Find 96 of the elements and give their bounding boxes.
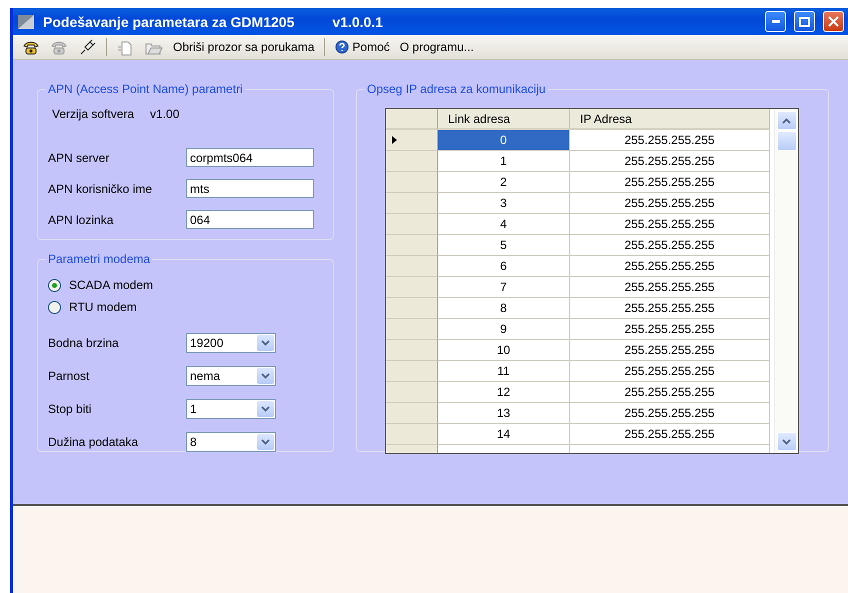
field-label: APN lozinka (48, 212, 114, 226)
chevron-down-icon (261, 406, 270, 412)
chevron-down-icon (261, 438, 270, 444)
dropdown[interactable]: 8 (186, 432, 276, 452)
table-cell: 0 (438, 130, 570, 151)
group-title: Opseg IP adresa za komunikaciju (366, 82, 547, 96)
close-button[interactable] (823, 11, 844, 32)
row-header[interactable] (386, 340, 438, 361)
toolbar-button[interactable]: Obriši prozor sa porukama (170, 39, 318, 55)
table-cell: 255.255.255.255 (570, 361, 770, 382)
maximize-button[interactable] (794, 11, 815, 32)
field-label: Bodna brzina (48, 336, 119, 350)
row-header[interactable] (386, 130, 438, 151)
field-label: APN server (48, 150, 110, 164)
table-cell: 255.255.255.255 (570, 298, 770, 319)
table-cell: 255.255.255.255 (570, 214, 770, 235)
table-cell: 8 (438, 298, 570, 319)
help-icon (335, 40, 350, 54)
window-title: Podešavanje parametara za GDM1205 (43, 14, 294, 30)
table-cell: 255.255.255.255 (570, 319, 770, 340)
table-cell: 255.255.255.255 (570, 277, 770, 298)
scrollbar[interactable] (774, 109, 798, 453)
corner-header (386, 109, 438, 130)
table-cell: 255.255.255.255 (570, 193, 770, 214)
table-cell: 9 (438, 319, 570, 340)
text-field[interactable]: 064 (186, 210, 314, 229)
table-cell: 14 (438, 424, 570, 445)
dropdown[interactable]: 19200 (186, 332, 276, 352)
table-cell: 5 (438, 235, 570, 256)
column-header[interactable]: Link adresa (438, 109, 570, 130)
chevron-down-icon (261, 372, 270, 378)
table-cell: 4 (438, 214, 570, 235)
radio-dot-icon (52, 282, 57, 288)
close-icon (828, 16, 839, 27)
table-cell: 255.255.255.255 (570, 403, 770, 424)
row-header[interactable] (386, 172, 438, 193)
radio-label: SCADA modem (69, 278, 154, 292)
chevron-down-icon (261, 340, 270, 346)
radio-button[interactable] (48, 300, 61, 314)
row-header[interactable] (386, 256, 438, 277)
field-label: Parnost (48, 368, 90, 382)
table-cell: 1 (438, 151, 570, 172)
table-cell: 255.255.255.255 (570, 172, 770, 193)
table-cell: 6 (438, 256, 570, 277)
scroll-thumb[interactable] (776, 131, 796, 151)
table-cell: 255.255.255.255 (570, 130, 770, 151)
group-title: APN (Access Point Name) parametri (47, 82, 244, 96)
table-cell: 10 (438, 340, 570, 361)
scroll-up-icon (782, 118, 791, 124)
row-header[interactable] (386, 319, 438, 340)
row-header[interactable] (386, 235, 438, 256)
table-cell: 7 (438, 277, 570, 298)
row-header[interactable] (386, 151, 438, 172)
table-cell: 255.255.255.255 (570, 382, 770, 403)
column-header[interactable]: IP Adresa (570, 109, 770, 130)
row-header[interactable] (386, 403, 438, 424)
table-cell: 255.255.255.255 (570, 256, 770, 277)
field-label: Dužina podataka (48, 434, 138, 448)
plug-icon (78, 38, 96, 56)
row-header[interactable] (386, 424, 438, 445)
text-field[interactable]: corpmts064 (186, 148, 314, 167)
table-cell: 13 (438, 403, 570, 424)
field-label: Verzija softvera (52, 107, 134, 121)
table-cell: 3 (438, 193, 570, 214)
version-value: v1.00 (150, 107, 180, 121)
table-cell: 255.255.255.255 (570, 340, 770, 361)
field-label: Stop biti (48, 402, 92, 416)
scroll-up-button[interactable] (776, 111, 796, 130)
dropdown[interactable]: 1 (186, 398, 276, 418)
table-cell: 255.255.255.255 (570, 235, 770, 256)
chevron-down-icon (782, 438, 791, 444)
dropdown[interactable]: nema (186, 366, 276, 386)
toolbar-button[interactable]: O programu... (396, 39, 477, 55)
text-field[interactable]: mts (186, 179, 314, 198)
row-header[interactable] (386, 298, 438, 319)
maximize-icon (799, 16, 810, 26)
radio-button[interactable] (48, 278, 61, 292)
table-cell: 11 (438, 361, 570, 382)
radio-label: RTU modem (69, 300, 137, 314)
help-button[interactable]: Pomoć (332, 39, 393, 55)
row-header[interactable] (386, 193, 438, 214)
minimize-button[interactable] (765, 11, 786, 32)
table-cell: 12 (438, 382, 570, 403)
table-cell: 255.255.255.255 (570, 151, 770, 172)
row-header[interactable] (386, 214, 438, 235)
app-icon (17, 14, 35, 30)
row-header[interactable] (386, 361, 438, 382)
minimize-icon (772, 20, 780, 23)
group-title: Parametri modema (47, 252, 152, 266)
version-label: v1.0.0.1 (332, 14, 383, 30)
table-cell: 255.255.255.255 (570, 424, 770, 445)
table-cell: 2 (438, 172, 570, 193)
scroll-down-button[interactable] (776, 432, 796, 451)
field-label: APN korisničko ime (48, 182, 152, 196)
row-header[interactable] (386, 382, 438, 403)
row-header[interactable] (386, 277, 438, 298)
